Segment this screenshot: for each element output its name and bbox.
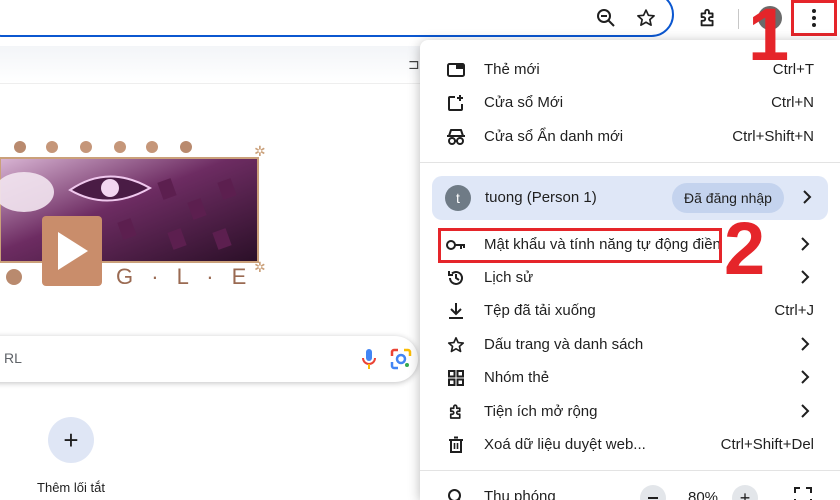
menu-profile-row[interactable]: t tuong (Person 1) Đã đăng nhập xyxy=(432,176,828,220)
incognito-icon xyxy=(446,127,466,147)
chevron-right-icon xyxy=(801,237,810,251)
zoom-value: 80% xyxy=(688,489,719,500)
svg-text:✲: ✲ xyxy=(254,260,266,276)
tab-groups-icon xyxy=(446,368,466,388)
plus-icon: + xyxy=(63,424,79,455)
menu-label: Nhóm thẻ xyxy=(484,369,550,386)
download-icon xyxy=(446,301,466,321)
google-lens-icon[interactable] xyxy=(390,348,412,370)
history-icon xyxy=(446,268,466,288)
menu-separator xyxy=(420,162,840,163)
page-top-strip: ⊐ xyxy=(0,46,420,84)
profile-name: tuong (Person 1) xyxy=(485,189,597,206)
voice-search-icon[interactable] xyxy=(362,348,376,370)
bookmark-star-icon[interactable] xyxy=(632,4,660,32)
chevron-right-icon xyxy=(803,190,812,204)
chevron-right-icon xyxy=(801,370,810,384)
google-search-box[interactable]: RL xyxy=(0,336,418,382)
menu-item-passwords-autofill[interactable]: Mật khẩu và tính năng tự động điền xyxy=(420,228,840,261)
zoom-out-icon[interactable] xyxy=(592,4,620,32)
menu-shortcut: Ctrl+Shift+N xyxy=(732,128,814,145)
annotation-step-2: 2 xyxy=(724,207,766,290)
menu-separator xyxy=(420,470,840,471)
zoom-icon xyxy=(446,487,466,500)
puzzle-icon xyxy=(446,402,466,422)
menu-label: Cửa sổ Ẩn danh mới xyxy=(484,128,624,145)
menu-shortcut: Ctrl+Shift+Del xyxy=(720,436,814,453)
doodle-letters: G · L · E xyxy=(116,264,252,289)
add-shortcut-button[interactable]: + xyxy=(48,417,94,463)
chevron-right-icon xyxy=(801,337,810,351)
menu-label: Thu phóng xyxy=(484,488,556,500)
annotation-step-1: 1 xyxy=(748,0,790,76)
menu-item-incognito[interactable]: Cửa sổ Ẩn danh mới Ctrl+Shift+N xyxy=(420,120,840,153)
toolbar-divider xyxy=(738,9,739,29)
menu-item-downloads[interactable]: Tệp đã tải xuống Ctrl+J xyxy=(420,294,840,327)
plus-icon: + xyxy=(739,487,751,500)
new-window-icon xyxy=(446,93,466,113)
menu-label: Tệp đã tải xuống xyxy=(484,302,596,319)
menu-item-history[interactable]: Lịch sử xyxy=(420,261,840,294)
menu-label: Dấu trang và danh sách xyxy=(484,336,644,353)
menu-shortcut: Ctrl+N xyxy=(771,94,814,111)
menu-label: Thẻ mới xyxy=(484,61,540,78)
svg-text:✲: ✲ xyxy=(254,144,266,160)
fullscreen-icon[interactable] xyxy=(794,487,812,500)
search-placeholder: RL xyxy=(4,350,22,366)
menu-item-clear-browsing-data[interactable]: Xoá dữ liệu duyệt web... Ctrl+Shift+Del xyxy=(420,428,840,461)
chevron-right-icon xyxy=(801,270,810,284)
add-shortcut-label: Thêm lối tắt xyxy=(37,480,105,495)
menu-shortcut: Ctrl+J xyxy=(774,302,814,319)
minus-icon xyxy=(648,497,658,499)
zoom-in-button[interactable]: + xyxy=(732,485,758,500)
key-icon xyxy=(446,235,466,255)
star-icon xyxy=(446,335,466,355)
menu-label: Cửa sổ Mới xyxy=(484,94,564,111)
browser-toolbar xyxy=(0,0,840,40)
menu-item-bookmarks[interactable]: Dấu trang và danh sách xyxy=(420,328,840,361)
trash-icon xyxy=(446,435,466,455)
extensions-puzzle-icon[interactable] xyxy=(694,4,722,32)
menu-label: Tiện ích mở rộng xyxy=(484,403,598,420)
profile-avatar-letter: t xyxy=(445,185,471,211)
zoom-out-button[interactable] xyxy=(640,485,666,500)
chrome-menu-button[interactable] xyxy=(791,0,837,36)
more-vert-icon xyxy=(812,9,816,27)
menu-label: Mật khẩu và tính năng tự động điền xyxy=(484,236,721,253)
menu-item-new-window[interactable]: Cửa sổ Mới Ctrl+N xyxy=(420,86,840,119)
chevron-right-icon xyxy=(801,404,810,418)
google-doodle[interactable]: ✲ ✲ G · L · E xyxy=(0,140,272,290)
menu-item-tab-groups[interactable]: Nhóm thẻ xyxy=(420,361,840,394)
menu-label: Xoá dữ liệu duyệt web... xyxy=(484,436,646,453)
menu-item-extensions[interactable]: Tiện ích mở rộng xyxy=(420,395,840,428)
menu-item-zoom: Thu phóng 80% + xyxy=(420,480,840,500)
chrome-main-menu: Thẻ mới Ctrl+T Cửa sổ Mới Ctrl+N Cửa sổ … xyxy=(420,40,840,500)
new-tab-icon xyxy=(446,60,466,80)
strip-mark: ⊐ xyxy=(408,56,420,72)
address-bar[interactable] xyxy=(0,0,674,37)
menu-label: Lịch sử xyxy=(484,269,534,286)
